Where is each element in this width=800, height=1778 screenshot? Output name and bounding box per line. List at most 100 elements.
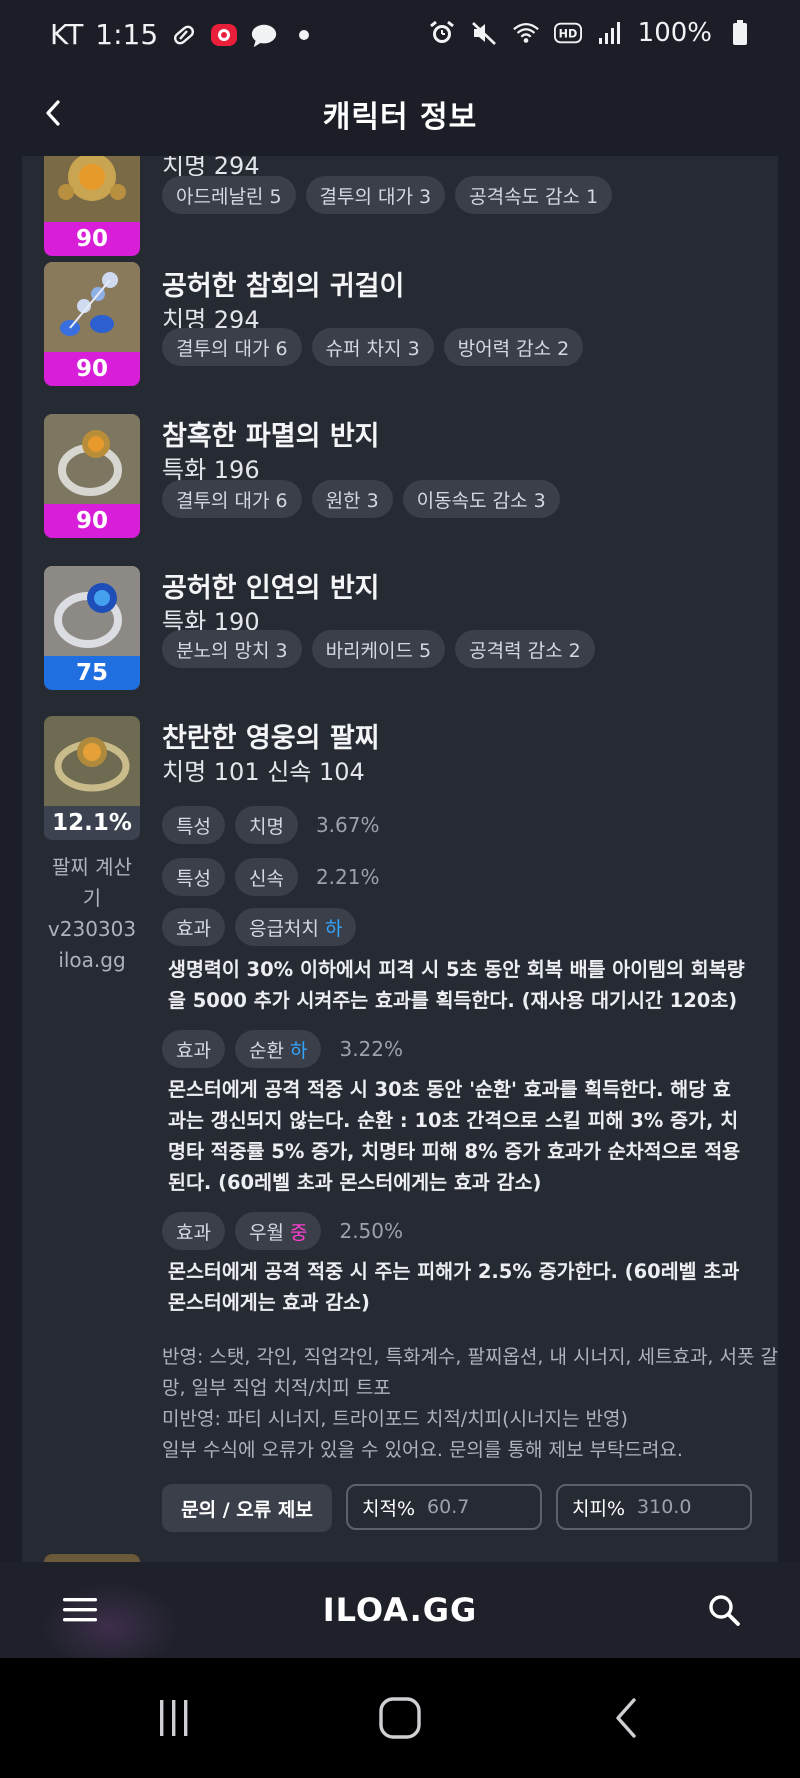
option-description: 몬스터에게 공격 적중 시 30초 동안 '순환' 효과를 획득한다. 해당 효… bbox=[168, 1078, 741, 1194]
earring-image bbox=[44, 262, 140, 352]
option-name-chip: 신속 bbox=[234, 858, 298, 896]
option-description: 몬스터에게 공격 적중 시 주는 피해가 2.5% 증가한다. (60레벨 초과… bbox=[168, 1260, 740, 1314]
calculator-site: iloa.gg bbox=[58, 948, 126, 972]
pill-icon bbox=[170, 21, 198, 49]
engraving-chip: 아드레날린 5 bbox=[162, 176, 296, 214]
page-title: 캐릭터 정보 bbox=[322, 100, 478, 135]
item-thumbnail: 12.1% bbox=[44, 716, 140, 840]
bracelet-score-badge: 12.1% bbox=[44, 806, 140, 840]
item-thumbnail: 90 bbox=[44, 156, 140, 256]
crit-rate-value: 60.7 bbox=[427, 1496, 470, 1518]
item-name: 참혹한 파멸의 반지 bbox=[162, 421, 380, 452]
home-icon bbox=[379, 1697, 421, 1739]
app-header: 캐릭터 정보 bbox=[0, 72, 800, 156]
status-left: KT 1:15 bbox=[50, 18, 318, 51]
report-error-button[interactable]: 문의 / 오류 제보 bbox=[162, 1484, 332, 1532]
item-thumbnail: 90 bbox=[44, 414, 140, 538]
engraving-chip: 결투의 대가 6 bbox=[162, 480, 302, 518]
equipment-list[interactable]: 90 치명 294 아드레날린 5 결투의 대가 3 공격속도 감소 1 90 … bbox=[22, 156, 778, 1562]
option-percent: 3.22% bbox=[339, 1037, 404, 1061]
system-back-button[interactable] bbox=[596, 1688, 656, 1748]
calculator-version: v230303 bbox=[47, 917, 137, 941]
menu-button[interactable] bbox=[56, 1586, 104, 1634]
option-percent: 2.21% bbox=[315, 865, 380, 889]
engraving-chips: 결투의 대가 6 슈퍼 차지 3 방어력 감소 2 bbox=[162, 328, 584, 366]
clock: 1:15 bbox=[95, 18, 159, 51]
option-percent: 3.67% bbox=[315, 813, 380, 837]
hamburger-menu-icon bbox=[63, 1598, 97, 1622]
alarm-icon bbox=[428, 19, 456, 47]
note-disclaimer: 일부 수식에 오류가 있을 수 있어요. 문의를 통해 제보 부탁드려요. bbox=[162, 1439, 683, 1461]
engraving-chip: 분노의 망치 3 bbox=[162, 630, 302, 668]
status-right: HD 100% bbox=[428, 18, 754, 48]
wifi-icon bbox=[512, 19, 540, 47]
item-thumbnail: 90 bbox=[44, 262, 140, 386]
bracelet-option: 효과 우월 중 2.50% bbox=[162, 1212, 403, 1250]
item-name: 공허한 인연의 반지 bbox=[162, 573, 380, 604]
engraving-chip: 공격력 감소 2 bbox=[455, 630, 595, 668]
option-name: 응급처치 bbox=[248, 917, 319, 940]
crit-damage-input[interactable]: 치피% 310.0 bbox=[556, 1484, 752, 1530]
crit-rate-label: 치적% bbox=[362, 1497, 416, 1520]
option-grade: 하 bbox=[324, 917, 343, 940]
necklace-image bbox=[44, 156, 140, 222]
option-description: 생명력이 30% 이하에서 피격 시 5초 동안 회복 배틀 아이템의 회복량을… bbox=[168, 958, 745, 1012]
status-bar: KT 1:15 HD 100% bbox=[0, 0, 800, 72]
item-level-badge: 90 bbox=[44, 222, 140, 256]
bracelet-option: 효과 응급처치 하 bbox=[162, 908, 357, 946]
engraving-chips: 결투의 대가 6 원한 3 이동속도 감소 3 bbox=[162, 480, 560, 518]
item-level-badge: 75 bbox=[44, 656, 140, 690]
option-type-chip: 효과 bbox=[162, 1030, 225, 1068]
engraving-chip: 결투의 대가 3 bbox=[305, 176, 446, 214]
option-type-chip: 특성 bbox=[162, 806, 225, 844]
option-percent: 2.50% bbox=[339, 1219, 404, 1243]
bracelet-image bbox=[44, 716, 140, 806]
bracelet-calculator-info: 팔찌 계산기 v230303 iloa.gg bbox=[44, 852, 140, 976]
option-grade: 중 bbox=[289, 1221, 308, 1244]
option-name: 순환 bbox=[248, 1039, 284, 1062]
engraving-chip: 원한 3 bbox=[311, 480, 393, 518]
calculator-name: 팔찌 계산기 bbox=[52, 855, 132, 910]
crit-damage-label: 치피% bbox=[572, 1497, 626, 1520]
note-not-reflected: 미반영: 파티 시너지, 트라이포드 치적/치피(시너지는 반영) bbox=[162, 1408, 628, 1430]
mute-icon bbox=[470, 19, 498, 47]
engraving-chip: 바리케이드 5 bbox=[311, 630, 446, 668]
search-button[interactable] bbox=[700, 1586, 748, 1634]
recent-apps-button[interactable] bbox=[144, 1688, 204, 1748]
bracelet-option: 특성 신속 2.21% bbox=[162, 858, 379, 896]
signal-icon bbox=[596, 19, 624, 47]
system-navigation-bar bbox=[0, 1658, 800, 1778]
ring-image bbox=[44, 566, 140, 656]
option-type-chip: 효과 bbox=[162, 1212, 225, 1250]
battery-icon bbox=[726, 19, 754, 47]
item-name: 찬란한 영웅의 팔찌 bbox=[162, 723, 380, 754]
recent-apps-icon bbox=[160, 1700, 188, 1736]
ring-image bbox=[44, 414, 140, 504]
dot-icon bbox=[290, 21, 318, 49]
bottom-app-bar: ILOA.GG bbox=[0, 1562, 800, 1672]
option-name-chip: 우월 중 bbox=[234, 1212, 322, 1250]
svg-text:HD: HD bbox=[558, 28, 577, 41]
item-name: 공허한 참회의 귀걸이 bbox=[162, 271, 405, 302]
engraving-chips: 아드레날린 5 결투의 대가 3 공격속도 감소 1 bbox=[162, 176, 613, 214]
engraving-chip: 방어력 감소 2 bbox=[443, 328, 584, 366]
brand-logo[interactable]: ILOA.GG bbox=[323, 1591, 478, 1629]
option-type-chip: 특성 bbox=[162, 858, 225, 896]
battery-label: 100% bbox=[637, 18, 712, 48]
crit-rate-input[interactable]: 치적% 60.7 bbox=[346, 1484, 542, 1530]
back-button[interactable] bbox=[30, 90, 76, 136]
item-stat: 치명 101 신속 104 bbox=[162, 758, 365, 786]
back-icon bbox=[616, 1698, 636, 1738]
option-name-chip: 순환 하 bbox=[234, 1030, 322, 1068]
chevron-left-icon bbox=[46, 100, 60, 126]
engraving-chips: 분노의 망치 3 바리케이드 5 공격력 감소 2 bbox=[162, 630, 595, 668]
carrier-label: KT bbox=[50, 18, 84, 51]
engraving-chip: 공격속도 감소 1 bbox=[455, 176, 613, 214]
option-name-chip: 치명 bbox=[234, 806, 298, 844]
home-button[interactable] bbox=[370, 1688, 430, 1748]
crit-damage-value: 310.0 bbox=[637, 1496, 692, 1518]
engraving-chip: 결투의 대가 6 bbox=[162, 328, 302, 366]
bracelet-option: 특성 치명 3.67% bbox=[162, 806, 379, 844]
option-grade: 하 bbox=[289, 1039, 308, 1062]
hd-icon: HD bbox=[553, 19, 582, 47]
